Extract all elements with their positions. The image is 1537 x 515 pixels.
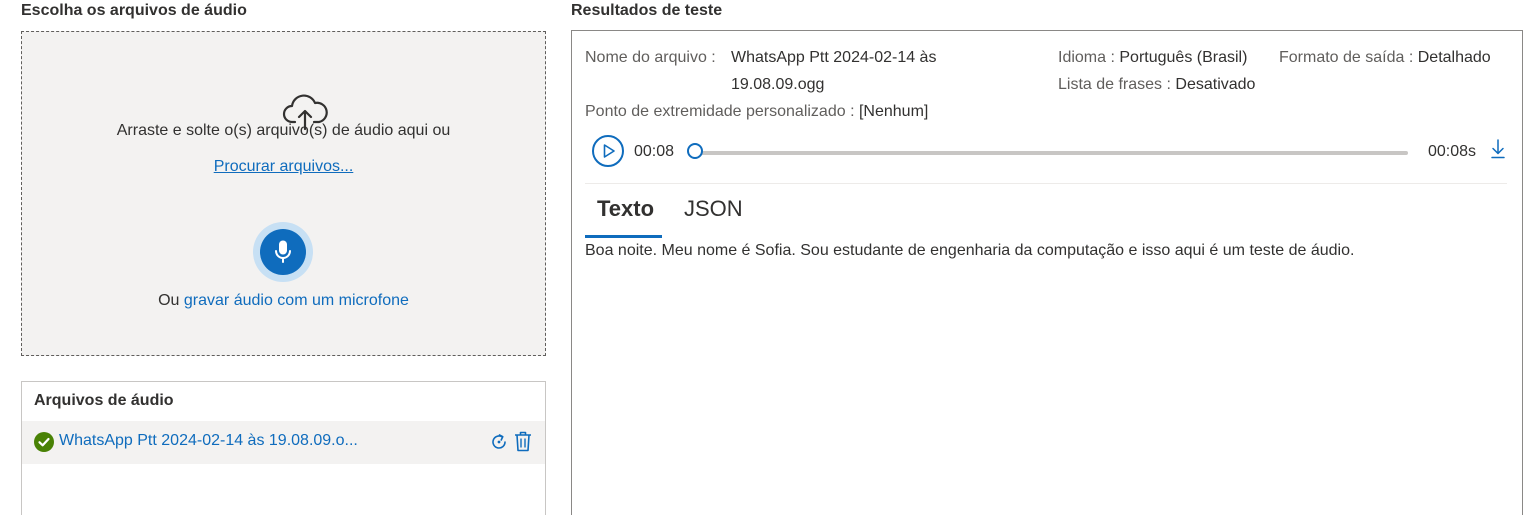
- selected-tab-indicator: [585, 235, 662, 238]
- play-button[interactable]: [592, 135, 624, 167]
- microphone-icon: [275, 240, 291, 263]
- custom-endpoint-label: Ponto de extremidade personalizado :: [585, 103, 855, 120]
- download-icon[interactable]: [1490, 139, 1506, 159]
- audio-files-title: Arquivos de áudio: [34, 392, 174, 409]
- divider: [585, 183, 1507, 184]
- seek-thumb[interactable]: [687, 143, 703, 159]
- check-circle-icon: [34, 432, 54, 452]
- current-time: 00:08: [634, 143, 675, 160]
- results-section-title: Resultados de teste: [571, 2, 723, 19]
- tab-text[interactable]: Texto: [597, 196, 654, 222]
- browse-files-container: Procurar arquivos...: [22, 158, 545, 176]
- language-info: Idioma : Português (Brasil): [1058, 44, 1247, 71]
- total-time: 00:08s: [1428, 143, 1477, 160]
- phrase-list-value: Desativado: [1175, 76, 1256, 93]
- record-audio-link[interactable]: gravar áudio com um microfone: [184, 292, 409, 309]
- phrase-list-info: Lista de frases : Desativado: [1058, 71, 1255, 98]
- custom-endpoint-value: [Nenhum]: [858, 103, 929, 120]
- upload-section-title: Escolha os arquivos de áudio: [21, 2, 247, 19]
- seek-track[interactable]: [696, 151, 1408, 155]
- record-microphone-inner[interactable]: [260, 229, 306, 275]
- drop-instructions: Arraste e solte o(s) arquivo(s) de áudio…: [116, 122, 451, 139]
- audio-file-row[interactable]: WhatsApp Ptt 2024-02-14 às 19.08.09.o...: [22, 421, 545, 464]
- record-microphone-button[interactable]: [253, 222, 313, 282]
- play-icon: [603, 144, 615, 158]
- phrase-list-label: Lista de frases :: [1058, 76, 1171, 93]
- browse-files-link[interactable]: Procurar arquivos...: [214, 158, 354, 175]
- record-prefix: Ou: [158, 292, 180, 309]
- language-label: Idioma :: [1058, 49, 1115, 66]
- audio-player: 00:08 00:08s: [592, 135, 1508, 171]
- output-format-info: Formato de saída : Detalhado: [1279, 44, 1491, 71]
- audio-file-name[interactable]: WhatsApp Ptt 2024-02-14 às 19.08.09.o...: [59, 432, 358, 450]
- language-value: Português (Brasil): [1119, 49, 1248, 66]
- custom-endpoint-info: Ponto de extremidade personalizado : [Ne…: [585, 98, 928, 125]
- delete-icon[interactable]: [514, 431, 532, 452]
- speech-studio-test-page: Escolha os arquivos de áudio Arraste e s…: [0, 0, 1537, 515]
- test-results-panel: Nome do arquivo : WhatsApp Ptt 2024-02-1…: [571, 30, 1523, 515]
- audio-dropzone[interactable]: Arraste e solte o(s) arquivo(s) de áudio…: [21, 31, 546, 356]
- tab-json[interactable]: JSON: [684, 196, 743, 222]
- output-format-value: Detalhado: [1417, 49, 1491, 66]
- record-audio-line: Ou gravar áudio com um microfone: [22, 292, 545, 310]
- output-format-label: Formato de saída :: [1279, 49, 1414, 66]
- audio-files-panel: Arquivos de áudio WhatsApp Ptt 2024-02-1…: [21, 381, 546, 515]
- reprocess-icon[interactable]: [489, 432, 509, 452]
- file-name-label: Nome do arquivo :: [585, 49, 716, 66]
- transcript-text: Boa noite. Meu nome é Sofia. Sou estudan…: [585, 242, 1355, 259]
- file-name-value: WhatsApp Ptt 2024-02-14 às 19.08.09.ogg: [731, 49, 937, 93]
